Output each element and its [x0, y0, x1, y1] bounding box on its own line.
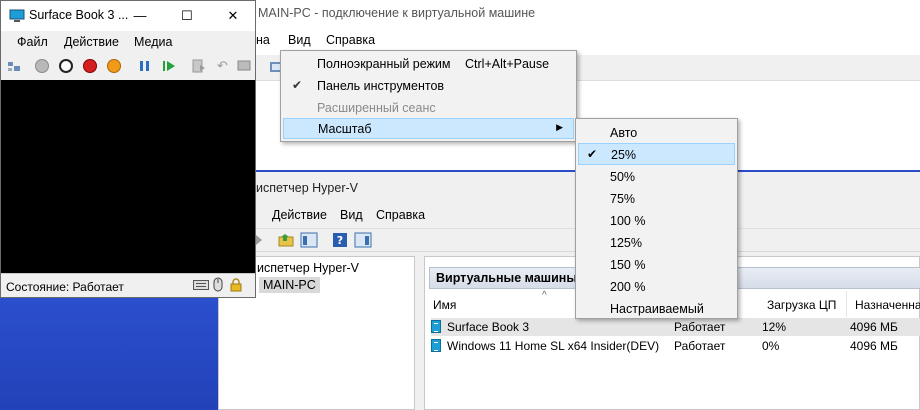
maximize-button[interactable]: ☐: [164, 1, 210, 31]
zoom-option-auto[interactable]: Авто: [578, 121, 735, 143]
vm-memory: 4096 МБ: [850, 339, 898, 353]
vm-cpu: 12%: [762, 320, 787, 334]
menu-item-zoom[interactable]: Масштаб ▶: [283, 118, 574, 139]
revert-icon[interactable]: ↶: [217, 59, 231, 73]
vm-memory: 4096 МБ: [850, 320, 898, 334]
hyperv-manager-window: испетчер Hyper-V Действие Вид Справка ? …: [218, 172, 920, 410]
zoom-option-label: 200 %: [610, 280, 646, 294]
help-icon[interactable]: ?: [332, 232, 348, 248]
zoom-option-100[interactable]: 100 %: [578, 209, 735, 231]
zoom-option-custom[interactable]: Настраиваемый: [578, 297, 735, 319]
menu-media-partial[interactable]: на: [256, 33, 270, 47]
vm-icon: [431, 339, 441, 352]
vm-toolbar: ↶: [1, 55, 255, 79]
connection-window-title: MAIN-PC - подключение к виртуальной маши…: [258, 6, 536, 20]
menu-item-shortcut: Ctrl+Alt+Pause: [465, 57, 550, 71]
hyperv-toolbar: ?: [218, 228, 920, 252]
vm-connection-app-icon: [9, 9, 25, 22]
hv-menu-help[interactable]: Справка: [376, 208, 425, 222]
zoom-option-label: 125%: [610, 236, 642, 250]
check-icon: ✔: [587, 147, 598, 161]
zoom-option-200[interactable]: 200 %: [578, 275, 735, 297]
menu-item-label: Расширенный сеанс: [317, 101, 436, 115]
svg-text:?: ?: [337, 234, 343, 247]
column-memory[interactable]: Назначенная: [849, 291, 920, 317]
zoom-option-75[interactable]: 75%: [578, 187, 735, 209]
submenu-arrow-icon: ▶: [556, 122, 563, 132]
menu-item-fullscreen[interactable]: Полноэкранный режим Ctrl+Alt+Pause: [283, 53, 574, 74]
connection-menubar: на Вид Справка: [218, 30, 920, 50]
save-state-icon[interactable]: [107, 59, 121, 73]
folder-up-icon[interactable]: [278, 232, 294, 248]
menu-item-enhanced-session: Расширенный сеанс: [283, 97, 574, 118]
zoom-option-label: 150 %: [610, 258, 646, 272]
vm-row[interactable]: Surface Book 3 Работает 12% 4096 МБ: [431, 318, 920, 336]
hv-menu-action[interactable]: Действие: [272, 208, 327, 222]
vm-cpu: 0%: [762, 339, 780, 353]
zoom-option-25[interactable]: ✔ 25%: [578, 143, 735, 165]
tree-root[interactable]: испетчер Hyper-V: [257, 261, 359, 275]
keyboard-icon: [193, 280, 209, 290]
start-icon[interactable]: [35, 59, 49, 73]
column-cpu[interactable]: Загрузка ЦП: [761, 291, 847, 317]
vm-menu-media[interactable]: Медиа: [134, 35, 172, 49]
vm-menu-file[interactable]: Файл: [17, 35, 48, 49]
hyperv-title: испетчер Hyper-V: [256, 181, 358, 195]
vm-name: Windows 11 Home SL x64 Insider(DEV): [447, 339, 660, 353]
tree-host-main-pc[interactable]: MAIN-PC: [259, 277, 320, 293]
action-pane-icon[interactable]: [354, 232, 372, 248]
close-button[interactable]: ✕: [210, 1, 256, 31]
ctrl-alt-del-icon[interactable]: [7, 59, 21, 73]
zoom-submenu: Авто ✔ 25% 50% 75% 100 % 125% 150 % 200 %…: [575, 118, 738, 319]
vm-state: Работает: [674, 320, 726, 334]
zoom-option-label: 75%: [610, 192, 636, 206]
show-tree-icon[interactable]: [300, 232, 318, 248]
menu-help[interactable]: Справка: [326, 33, 375, 47]
menu-view[interactable]: Вид: [288, 33, 311, 47]
vm-menu-action[interactable]: Действие: [64, 35, 119, 49]
mouse-icon: [213, 277, 223, 292]
zoom-option-150[interactable]: 150 %: [578, 253, 735, 275]
checkpoint-icon[interactable]: [192, 59, 206, 73]
vm-status-text: Состояние: Работает: [6, 280, 124, 294]
minimize-button[interactable]: —: [117, 1, 163, 31]
vm-state: Работает: [674, 339, 726, 353]
view-menu-dropdown: Полноэкранный режим Ctrl+Alt+Pause ✔ Пан…: [280, 50, 577, 142]
vm-display[interactable]: [1, 80, 255, 273]
vm-row[interactable]: Windows 11 Home SL x64 Insider(DEV) Рабо…: [431, 337, 920, 355]
menu-item-label: Панель инструментов: [317, 79, 445, 93]
vm-window-title: Surface Book 3 ...: [29, 8, 129, 22]
shut-down-icon[interactable]: [83, 59, 97, 73]
pause-icon[interactable]: [138, 59, 152, 73]
zoom-option-label: Настраиваемый: [610, 302, 704, 316]
zoom-option-label: Авто: [610, 126, 638, 140]
zoom-option-label: 50%: [610, 170, 636, 184]
zoom-option-50[interactable]: 50%: [578, 165, 735, 187]
resume-icon[interactable]: [162, 59, 176, 73]
turn-off-icon[interactable]: [59, 59, 73, 73]
menu-item-label: Полноэкранный режим: [317, 57, 451, 71]
vm-name: Surface Book 3: [447, 320, 530, 334]
zoom-option-label: 100 %: [610, 214, 646, 228]
check-icon: ✔: [292, 78, 303, 92]
vm-titlebar: Surface Book 3 ... — ☐ ✕: [1, 1, 255, 31]
zoom-option-label: 25%: [611, 148, 637, 162]
zoom-option-125[interactable]: 125%: [578, 231, 735, 253]
hv-menu-view[interactable]: Вид: [340, 208, 363, 222]
enhanced-session-icon[interactable]: [237, 59, 251, 73]
menu-item-toolbar[interactable]: ✔ Панель инструментов: [283, 75, 574, 96]
vm-window-surface-book-3: Surface Book 3 ... — ☐ ✕ Файл Действие М…: [0, 0, 256, 298]
vm-statusbar: Состояние: Работает: [1, 273, 255, 297]
menu-item-label: Масштаб: [318, 122, 372, 136]
lock-icon: [230, 278, 242, 292]
vm-icon: [431, 320, 441, 333]
